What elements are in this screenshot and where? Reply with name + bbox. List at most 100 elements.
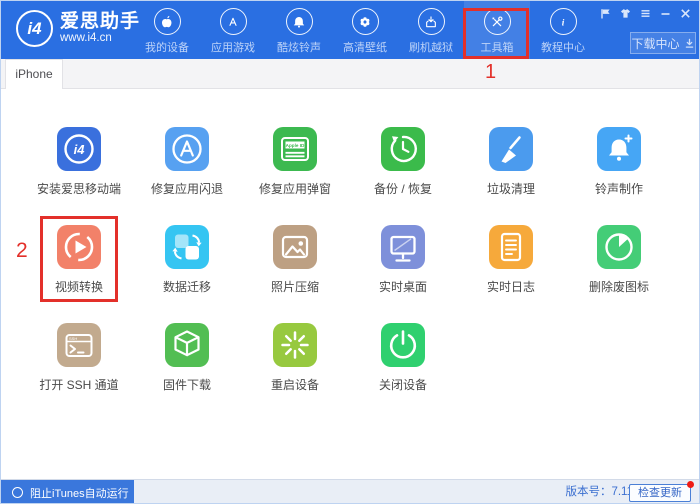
- power-off-icon: [381, 323, 425, 367]
- nav-item-tutorials[interactable]: i 教程中心: [530, 1, 596, 59]
- tool-label: 数据迁移: [162, 280, 211, 294]
- data-transfer-icon: [165, 225, 209, 269]
- nav-item-ringtones[interactable]: 酷炫铃声: [266, 1, 332, 59]
- tool-data-migration[interactable]: 数据迁移: [133, 225, 241, 323]
- apple-icon: [153, 8, 181, 35]
- tool-fix-app-popup[interactable]: Apple ID 修复应用弹窗: [241, 127, 349, 225]
- nav-label: 刷机越狱: [409, 42, 453, 54]
- status-bar: 阻止iTunes自动运行 版本号：7.11 检查更新: [1, 479, 699, 503]
- svg-text:i: i: [562, 18, 565, 28]
- photo-icon: [273, 225, 317, 269]
- tool-grid: i4 安装爱思移动端 修复应用闪退 Apple ID 修复应用弹窗 备份 / 恢…: [25, 127, 673, 421]
- tool-label: 实时桌面: [378, 280, 427, 294]
- monitor-icon: [381, 225, 425, 269]
- ssh-terminal-icon: SSH: [57, 323, 101, 367]
- svg-text:SSH: SSH: [69, 336, 77, 341]
- tool-label: 关闭设备: [378, 378, 427, 392]
- tool-label: 视频转换: [54, 280, 103, 294]
- tool-install-i4-mobile[interactable]: i4 安装爱思移动端: [25, 127, 133, 225]
- log-document-icon: [489, 225, 533, 269]
- appstore-icon: [219, 8, 247, 35]
- app-logo: i4 爱思助手 www.i4.cn: [16, 10, 140, 47]
- nav-label: 我的设备: [145, 42, 189, 54]
- nav-label: 应用游戏: [211, 42, 255, 54]
- nav-item-wallpapers[interactable]: 高清壁纸: [332, 1, 398, 59]
- tool-label: 备份 / 恢复: [373, 182, 432, 196]
- broom-icon: [489, 127, 533, 171]
- tool-photo-compress[interactable]: 照片压缩: [241, 225, 349, 323]
- tool-label: 照片压缩: [270, 280, 319, 294]
- toolbox-icon: [483, 8, 511, 35]
- tool-junk-clean[interactable]: 垃圾清理: [457, 127, 565, 225]
- feedback-flag-icon[interactable]: [600, 8, 611, 19]
- nav-label: 教程中心: [541, 42, 585, 54]
- tool-label: 固件下载: [162, 378, 211, 392]
- download-center-button[interactable]: 下载中心: [630, 32, 696, 54]
- tool-label: 安装爱思移动端: [36, 182, 121, 196]
- check-update-button[interactable]: 检查更新: [629, 484, 691, 502]
- nav-label: 酷炫铃声: [277, 42, 321, 54]
- block-itunes-button[interactable]: 阻止iTunes自动运行: [1, 480, 134, 503]
- toolbox-panel: i4 安装爱思移动端 修复应用闪退 Apple ID 修复应用弹窗 备份 / 恢…: [1, 89, 699, 479]
- tool-fix-app-crash[interactable]: 修复应用闪退: [133, 127, 241, 225]
- version-label: 版本号：7.11: [565, 486, 633, 498]
- tab-iphone[interactable]: iPhone: [5, 59, 63, 89]
- wallpaper-flower-icon: [351, 8, 379, 35]
- nav-item-toolbox[interactable]: 工具箱: [464, 1, 530, 59]
- theme-shirt-icon[interactable]: [620, 8, 631, 19]
- tab-bar: iPhone: [1, 59, 699, 89]
- ringtone-bell-icon: [285, 8, 313, 35]
- i4-mobile-icon: i4: [57, 127, 101, 171]
- tutorial-info-icon: i: [549, 8, 577, 35]
- app-title: 爱思助手: [60, 11, 141, 32]
- tool-ringtone-maker[interactable]: 铃声制作: [565, 127, 673, 225]
- tool-open-ssh[interactable]: SSH 打开 SSH 通道: [25, 323, 133, 421]
- tool-label: 重启设备: [270, 378, 319, 392]
- apple-id-card-icon: Apple ID: [273, 127, 317, 171]
- block-itunes-label: 阻止iTunes自动运行: [30, 487, 129, 500]
- firmware-cube-icon: [165, 323, 209, 367]
- bell-plus-icon: [597, 127, 641, 171]
- nav-item-apps-games[interactable]: 应用游戏: [200, 1, 266, 59]
- jailbreak-icon: [417, 8, 445, 35]
- tool-label: 删除废图标: [588, 280, 649, 294]
- nav-item-my-devices[interactable]: 我的设备: [134, 1, 200, 59]
- tool-label: 实时日志: [486, 280, 535, 294]
- tool-label: 垃圾清理: [486, 182, 535, 196]
- update-notification-dot: [687, 481, 694, 488]
- tool-shutdown-device[interactable]: 关闭设备: [349, 323, 457, 421]
- header-bar: i4 爱思助手 www.i4.cn 我的设备 应用游戏 酷炫铃声 高清壁纸 刷机…: [1, 1, 699, 59]
- nav-label: 工具箱: [480, 42, 514, 54]
- radio-circle-icon: [12, 487, 23, 498]
- logo-mark: i4: [27, 18, 42, 38]
- tool-restart-device[interactable]: 重启设备: [241, 323, 349, 421]
- tool-label: 打开 SSH 通道: [39, 378, 119, 392]
- window-controls: [600, 7, 691, 19]
- tool-label: 铃声制作: [594, 182, 643, 196]
- tool-firmware-download[interactable]: 固件下载: [133, 323, 241, 421]
- i4-logo-icon: i4: [16, 10, 53, 47]
- nav-item-flash-jailbreak[interactable]: 刷机越狱: [398, 1, 464, 59]
- main-menu-icon[interactable]: [640, 8, 651, 19]
- tool-label: 修复应用闪退: [150, 182, 223, 196]
- minimize-icon[interactable]: [660, 8, 671, 19]
- tool-live-log[interactable]: 实时日志: [457, 225, 565, 323]
- nav-label: 高清壁纸: [343, 42, 387, 54]
- i4tools-window: i4 爱思助手 www.i4.cn 我的设备 应用游戏 酷炫铃声 高清壁纸 刷机…: [0, 0, 700, 504]
- svg-text:i4: i4: [74, 142, 86, 157]
- restart-spinner-icon: [273, 323, 317, 367]
- tool-video-convert[interactable]: 视频转换: [25, 225, 133, 323]
- pie-clean-icon: [597, 225, 641, 269]
- tool-live-desktop[interactable]: 实时桌面: [349, 225, 457, 323]
- appstore-repair-icon: [165, 127, 209, 171]
- tool-label: 修复应用弹窗: [258, 182, 331, 196]
- main-nav: 我的设备 应用游戏 酷炫铃声 高清壁纸 刷机越狱 工具箱 i 教程中心: [134, 1, 596, 59]
- close-icon[interactable]: [680, 8, 691, 19]
- download-center-label: 下载中心: [631, 36, 680, 51]
- tool-backup-restore[interactable]: 备份 / 恢复: [349, 127, 457, 225]
- backup-restore-icon: [381, 127, 425, 171]
- download-icon: [685, 38, 693, 48]
- video-play-icon: [57, 225, 101, 269]
- svg-text:Apple ID: Apple ID: [286, 143, 305, 148]
- tool-delete-waste-icons[interactable]: 删除废图标: [565, 225, 673, 323]
